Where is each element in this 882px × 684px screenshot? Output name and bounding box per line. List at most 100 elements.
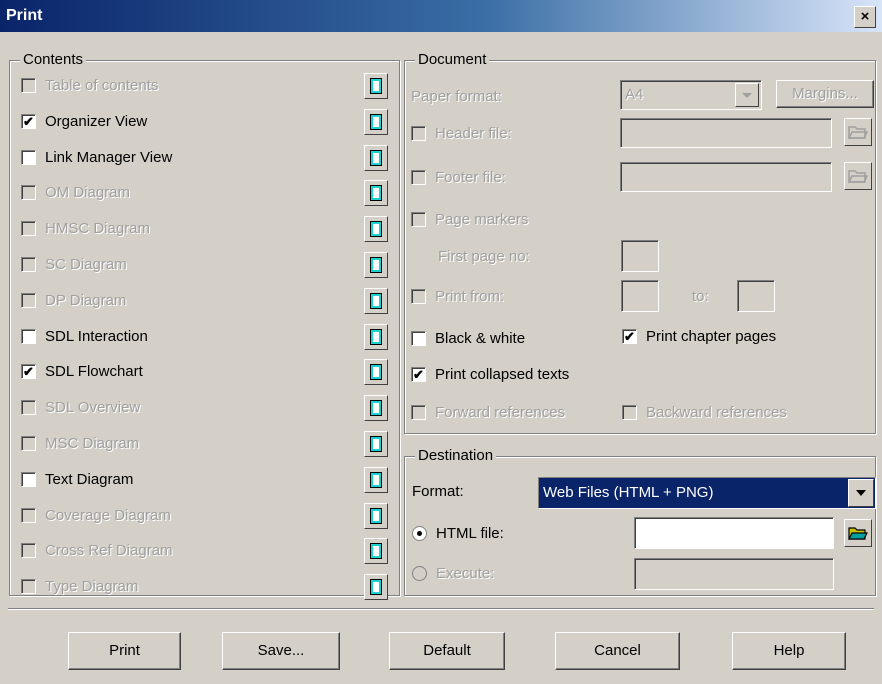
header-file-browse-button[interactable] [844,118,872,146]
print-from-input[interactable] [621,280,659,312]
save-button[interactable]: Save... [222,632,340,670]
contents-item-settings-button[interactable] [364,324,388,350]
help-button[interactable]: Help [732,632,846,670]
contents-item-settings-button[interactable] [364,538,388,564]
contents-item-label: Type Diagram [45,577,139,595]
paper-format-dropdown-button[interactable] [735,83,759,107]
html-file-browse-button[interactable] [844,519,872,547]
print-from-checkbox[interactable] [411,288,426,304]
window-title: Print [6,7,43,24]
contents-item-checkbox[interactable] [21,507,36,523]
print-collapsed-row: ✔ Print collapsed texts [411,363,569,385]
contents-item-settings-button[interactable] [364,109,388,135]
contents-item-label: Coverage Diagram [45,506,171,524]
margins-button[interactable]: Margins... [776,80,874,108]
contents-item-settings-button[interactable] [364,574,388,600]
footer-file-browse-button[interactable] [844,162,872,190]
document-icon [370,508,382,524]
contents-item-checkbox[interactable]: ✔ [21,113,36,129]
header-file-input[interactable] [620,118,832,148]
contents-item-checkbox[interactable] [21,328,36,344]
contents-item-settings-button[interactable] [364,431,388,457]
contents-item-label: Text Diagram [45,470,134,488]
format-select[interactable]: Web Files (HTML + PNG) [538,477,876,509]
contents-item-settings-button[interactable] [364,252,388,278]
print-chapter-label: Print chapter pages [646,327,777,345]
contents-item-settings-button[interactable] [364,145,388,171]
contents-item-settings-button[interactable] [364,73,388,99]
close-button[interactable]: × [854,6,876,28]
contents-item-checkbox[interactable] [21,471,36,487]
contents-item-checkbox[interactable] [21,578,36,594]
document-icon [370,329,382,345]
contents-item: DP Diagram [21,289,126,311]
contents-item-settings-button[interactable] [364,503,388,529]
html-file-row: HTML file: [412,522,504,544]
footer-file-input[interactable] [620,162,832,192]
contents-item-label: DP Diagram [45,291,127,309]
print-button[interactable]: Print [68,632,181,670]
contents-item-checkbox[interactable]: ✔ [21,363,36,379]
execute-radio[interactable] [412,565,427,581]
footer-file-checkbox[interactable] [411,169,426,185]
contents-item-checkbox[interactable] [21,435,36,451]
execute-input[interactable] [634,558,834,590]
contents-item-label: SDL Overview [45,398,141,416]
document-icon [370,78,382,94]
contents-item: Coverage Diagram [21,504,171,526]
html-file-label: HTML file: [436,524,504,542]
contents-item-checkbox[interactable] [21,77,36,93]
contents-item-settings-button[interactable] [364,395,388,421]
html-file-input[interactable] [634,517,834,549]
paper-format-select[interactable]: A4 [620,80,762,110]
print-from-row: Print from: [411,285,504,307]
print-chapter-checkbox[interactable]: ✔ [622,328,637,344]
format-dropdown-button[interactable] [848,479,874,507]
first-page-input[interactable] [621,240,659,272]
contents-item-checkbox[interactable] [21,542,36,558]
divider [8,608,874,610]
contents-item-settings-button[interactable] [364,180,388,206]
contents-item-label: SC Diagram [45,255,127,273]
document-icon [370,579,382,595]
chevron-down-icon [856,490,866,496]
print-collapsed-checkbox[interactable]: ✔ [411,366,426,382]
contents-item-checkbox[interactable] [21,256,36,272]
contents-item-settings-button[interactable] [364,467,388,493]
paper-format-value: A4 [625,86,644,103]
document-legend: Document [415,51,490,68]
contents-item-label: MSC Diagram [45,434,140,452]
contents-item-checkbox[interactable] [21,220,36,236]
first-page-label: First page no: [438,248,530,265]
default-button[interactable]: Default [389,632,505,670]
backward-refs-checkbox[interactable] [622,404,637,420]
contents-item-checkbox[interactable] [21,149,36,165]
cancel-button[interactable]: Cancel [555,632,680,670]
black-white-label: Black & white [435,329,526,347]
forward-refs-checkbox[interactable] [411,404,426,420]
document-icon [370,364,382,380]
destination-legend: Destination [415,447,497,464]
contents-item-label: OM Diagram [45,183,131,201]
footer-file-label: Footer file: [435,168,506,186]
chevron-down-icon [742,93,752,98]
contents-item-settings-button[interactable] [364,216,388,242]
html-file-radio[interactable] [412,525,427,541]
document-icon [370,114,382,130]
folder-open-icon [848,170,868,183]
print-chapter-row: ✔ Print chapter pages [622,325,776,347]
contents-item-checkbox[interactable] [21,184,36,200]
print-to-input[interactable] [737,280,775,312]
title-bar[interactable]: Print × [0,0,882,32]
black-white-checkbox[interactable] [411,330,426,346]
contents-item-checkbox[interactable] [21,292,36,308]
page-markers-label: Page markers [435,210,529,228]
contents-item-label: Link Manager View [45,148,173,166]
black-white-row: Black & white [411,327,525,349]
contents-item-settings-button[interactable] [364,288,388,314]
contents-item-settings-button[interactable] [364,359,388,385]
document-icon [370,221,382,237]
header-file-checkbox[interactable] [411,125,426,141]
page-markers-checkbox[interactable] [411,211,426,227]
contents-item-checkbox[interactable] [21,399,36,415]
